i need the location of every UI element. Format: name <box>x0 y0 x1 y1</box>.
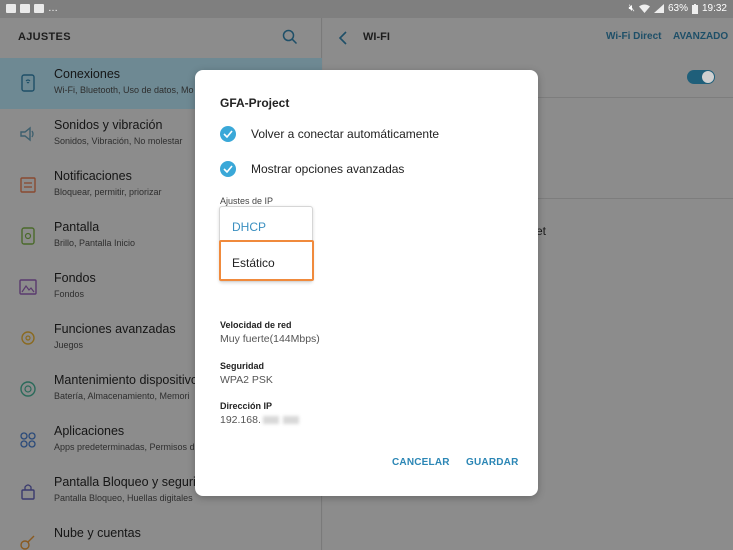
save-button[interactable]: GUARDAR <box>466 457 519 468</box>
toggle-knob <box>702 71 714 83</box>
search-icon[interactable] <box>282 29 298 45</box>
key-icon <box>20 535 35 550</box>
settings-header: AJUSTES <box>0 18 321 58</box>
apps-icon <box>20 432 36 448</box>
system-icons: 🔇︎ 63% 19:32 <box>629 3 727 14</box>
battery-percent: 63% <box>667 3 688 14</box>
settings-item-subtitle: Sonidos, Vibración, No molestar <box>54 136 183 146</box>
display-icon <box>21 227 35 245</box>
settings-item-nube[interactable]: Nube y cuentas <box>0 517 322 550</box>
ip-address-prefix: 192.168. <box>220 414 261 426</box>
settings-item-title: Notificaciones <box>54 169 132 183</box>
settings-item-subtitle: Brillo, Pantalla Inicio <box>54 238 136 248</box>
network-speed-value: Muy fuerte(144Mbps) <box>220 333 320 345</box>
signal-icon <box>653 4 664 13</box>
ip-option-dhcp[interactable]: DHCP <box>232 220 266 234</box>
settings-item-title: Conexiones <box>54 67 121 81</box>
settings-item-title: Sonidos y vibración <box>54 118 163 132</box>
settings-item-title: Pantalla <box>54 220 100 234</box>
status-bar: … 🔇︎ 63% 19:32 <box>0 0 733 18</box>
back-arrow-icon[interactable] <box>337 30 349 46</box>
security-label: Seguridad <box>220 361 265 371</box>
ip-address-value: 192.168. <box>220 414 301 426</box>
checkmark-icon <box>220 126 236 142</box>
cancel-button[interactable]: CANCELAR <box>392 457 450 468</box>
settings-item-subtitle: Batería, Almacenamiento, Memori <box>54 391 190 401</box>
network-speed-label: Velocidad de red <box>220 320 292 330</box>
advanced-button[interactable]: AVANZADO <box>673 31 728 42</box>
ip-address-label: Dirección IP <box>220 401 273 411</box>
battery-icon <box>691 3 698 14</box>
settings-item-subtitle: Wi-Fi, Bluetooth, Uso de datos, Mo <box>54 85 194 95</box>
mute-icon: 🔇︎ <box>628 3 635 14</box>
auto-reconnect-checkbox[interactable]: Volver a conectar automáticamente <box>220 126 439 142</box>
settings-item-title: Nube y cuentas <box>54 526 141 540</box>
settings-item-subtitle: Bloquear, permitir, priorizar <box>54 187 162 197</box>
show-advanced-label: Mostrar opciones avanzadas <box>251 162 405 176</box>
wallpaper-icon <box>19 279 37 295</box>
more-notifications-icon: … <box>48 3 58 14</box>
lock-icon <box>21 484 35 500</box>
settings-item-subtitle: Juegos <box>54 340 84 350</box>
settings-item-subtitle: Pantalla Bloqueo, Huellas digitales <box>54 493 193 503</box>
blurred-octet <box>262 416 279 425</box>
notification-icon <box>6 4 16 13</box>
settings-item-title: Pantalla Bloqueo y segurid <box>54 475 203 489</box>
checkmark-icon <box>220 161 236 177</box>
notification-icon <box>20 4 30 13</box>
wifi-title: WI-FI <box>363 31 390 43</box>
auto-reconnect-label: Volver a conectar automáticamente <box>251 127 440 141</box>
settings-item-subtitle: Fondos <box>54 289 85 299</box>
clock: 19:32 <box>701 3 727 14</box>
notification-icons: … <box>6 3 58 14</box>
notification-icon <box>34 4 44 13</box>
settings-item-title: Aplicaciones <box>54 424 125 438</box>
advanced-features-icon <box>21 331 35 345</box>
maintenance-icon <box>20 381 36 397</box>
settings-title: AJUSTES <box>18 31 71 43</box>
speaker-icon <box>20 126 34 142</box>
wifi-network-dialog: GFA-Project Volver a conectar automática… <box>195 70 538 496</box>
blurred-octet <box>282 416 299 425</box>
wifi-direct-button[interactable]: Wi-Fi Direct <box>606 31 661 42</box>
notifications-icon <box>20 177 36 193</box>
show-advanced-checkbox[interactable]: Mostrar opciones avanzadas <box>220 161 404 177</box>
selection-highlight <box>219 240 314 281</box>
settings-item-title: Mantenimiento dispositivo <box>54 373 198 387</box>
wifi-icon <box>638 4 650 13</box>
ip-settings-label: Ajustes de IP <box>220 196 274 206</box>
connections-icon <box>21 74 35 92</box>
security-value: WPA2 PSK <box>220 374 273 386</box>
settings-item-title: Fondos <box>54 271 96 285</box>
settings-item-title: Funciones avanzadas <box>54 322 176 336</box>
settings-item-subtitle: Apps predeterminadas, Permisos d <box>54 442 195 452</box>
wifi-toggle[interactable] <box>687 70 715 84</box>
network-name: GFA-Project <box>220 96 290 110</box>
wifi-header: WI-FI Wi-Fi Direct AVANZADO <box>323 18 733 58</box>
